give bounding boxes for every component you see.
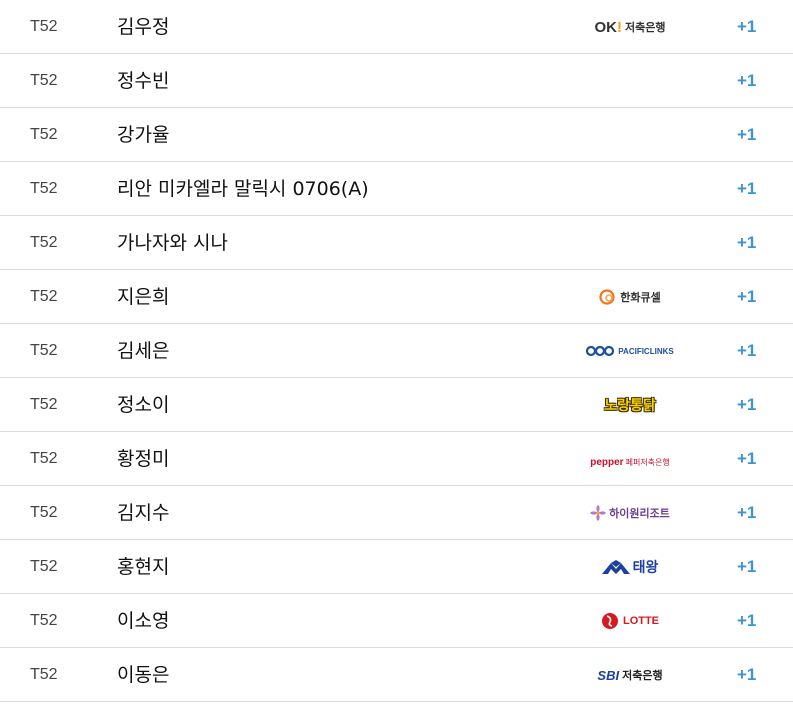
rank-change: +1 <box>737 611 757 630</box>
rank-cell: T52 <box>30 342 58 359</box>
player-name[interactable]: 황정미 <box>117 432 169 486</box>
player-row[interactable]: T52 김지수 하이원리조트 +1 <box>0 486 793 540</box>
leaderboard: T52 김우정 OK ! 저축은행 +1 T52 정수빈 +1 T52 강가율 … <box>0 0 793 702</box>
player-name[interactable]: 이소영 <box>117 594 169 648</box>
player-name[interactable]: 김우정 <box>117 0 169 54</box>
ok-logo-exclaim: ! <box>617 18 622 36</box>
rank-change: +1 <box>737 449 757 468</box>
sponsor-name: 하이원리조트 <box>609 507 670 520</box>
sponsor-name: PACIFICLINKS <box>618 346 674 356</box>
sponsor-logo: 노랑통닭 <box>580 378 680 432</box>
player-name[interactable]: 이동은 <box>117 648 169 702</box>
pacific-rings-icon <box>586 345 615 357</box>
rank-cell: T52 <box>30 558 58 575</box>
rank-cell: T52 <box>30 18 58 35</box>
sponsor-name: 한화큐셀 <box>620 291 661 304</box>
sponsor-logo: 하이원리조트 <box>580 486 680 540</box>
lotte-emblem-icon <box>601 613 618 629</box>
sponsor-logo: LOTTE <box>580 594 680 648</box>
player-name[interactable]: 김세은 <box>117 324 169 378</box>
rank-cell: T52 <box>30 234 58 251</box>
high1-flower-icon <box>590 505 606 521</box>
rank-cell: T52 <box>30 126 58 143</box>
player-row[interactable]: T52 강가율 +1 <box>0 108 793 162</box>
rank-cell: T52 <box>30 450 58 467</box>
hanwha-flame-icon <box>599 289 615 305</box>
rank-change: +1 <box>737 233 757 252</box>
sponsor-logo: SBI 저축은행 <box>580 648 680 702</box>
player-name[interactable]: 가나자와 시나 <box>117 216 228 270</box>
rank-cell: T52 <box>30 288 58 305</box>
player-row[interactable]: T52 리안 미카엘라 말릭시 0706(A) +1 <box>0 162 793 216</box>
rank-change: +1 <box>737 503 757 522</box>
player-name[interactable]: 리안 미카엘라 말릭시 0706(A) <box>117 162 369 216</box>
sponsor-subtext: 페퍼저축은행 <box>625 457 670 467</box>
player-name[interactable]: 정수빈 <box>117 54 169 108</box>
player-name[interactable]: 홍현지 <box>117 540 169 594</box>
player-name[interactable]: 김지수 <box>117 486 169 540</box>
sponsor-name: 노랑통닭 <box>604 398 656 414</box>
rank-cell: T52 <box>30 180 58 197</box>
rank-cell: T52 <box>30 396 58 413</box>
rank-change: +1 <box>737 179 757 198</box>
player-row[interactable]: T52 이소영 LOTTE +1 <box>0 594 793 648</box>
rank-cell: T52 <box>30 666 58 683</box>
rank-change: +1 <box>737 395 757 414</box>
player-name[interactable]: 강가율 <box>117 108 169 162</box>
player-row[interactable]: T52 정수빈 +1 <box>0 54 793 108</box>
rank-change: +1 <box>737 17 757 36</box>
sponsor-logo: PACIFICLINKS <box>580 324 680 378</box>
player-row[interactable]: T52 황정미 pepper 페퍼저축은행 +1 <box>0 432 793 486</box>
player-name[interactable]: 지은희 <box>117 270 169 324</box>
sbi-logo-mark: SBI <box>597 667 620 683</box>
rank-change: +1 <box>737 71 757 90</box>
rank-cell: T52 <box>30 72 58 89</box>
sponsor-logo: pepper 페퍼저축은행 <box>580 432 680 486</box>
player-row[interactable]: T52 김우정 OK ! 저축은행 +1 <box>0 0 793 54</box>
sponsor-name: LOTTE <box>622 615 660 627</box>
player-row[interactable]: T52 홍현지 태왕 +1 <box>0 540 793 594</box>
sponsor-name: pepper <box>590 456 624 468</box>
sponsor-logo: OK ! 저축은행 <box>580 0 680 54</box>
sponsor-logo: 태왕 <box>580 540 680 594</box>
rank-change: +1 <box>737 557 757 576</box>
sponsor-name: 저축은행 <box>622 669 663 682</box>
rank-cell: T52 <box>30 612 58 629</box>
ok-logo-mark: OK <box>594 18 618 36</box>
sponsor-name: 저축은행 <box>625 21 666 34</box>
player-name[interactable]: 정소이 <box>117 378 169 432</box>
sponsor-name: 태왕 <box>632 560 659 576</box>
player-row[interactable]: T52 지은희 한화큐셀 +1 <box>0 270 793 324</box>
rank-change: +1 <box>737 287 757 306</box>
player-row[interactable]: T52 가나자와 시나 +1 <box>0 216 793 270</box>
player-row[interactable]: T52 정소이 노랑통닭 +1 <box>0 378 793 432</box>
sponsor-logo: 한화큐셀 <box>580 270 680 324</box>
player-row[interactable]: T52 이동은 SBI 저축은행 +1 <box>0 648 793 702</box>
rank-change: +1 <box>737 125 757 144</box>
rank-change: +1 <box>737 665 757 684</box>
rank-change: +1 <box>737 341 757 360</box>
player-row[interactable]: T52 김세은 PACIFICLINKS +1 <box>0 324 793 378</box>
taeyoung-roof-icon <box>601 560 630 574</box>
rank-cell: T52 <box>30 504 58 521</box>
